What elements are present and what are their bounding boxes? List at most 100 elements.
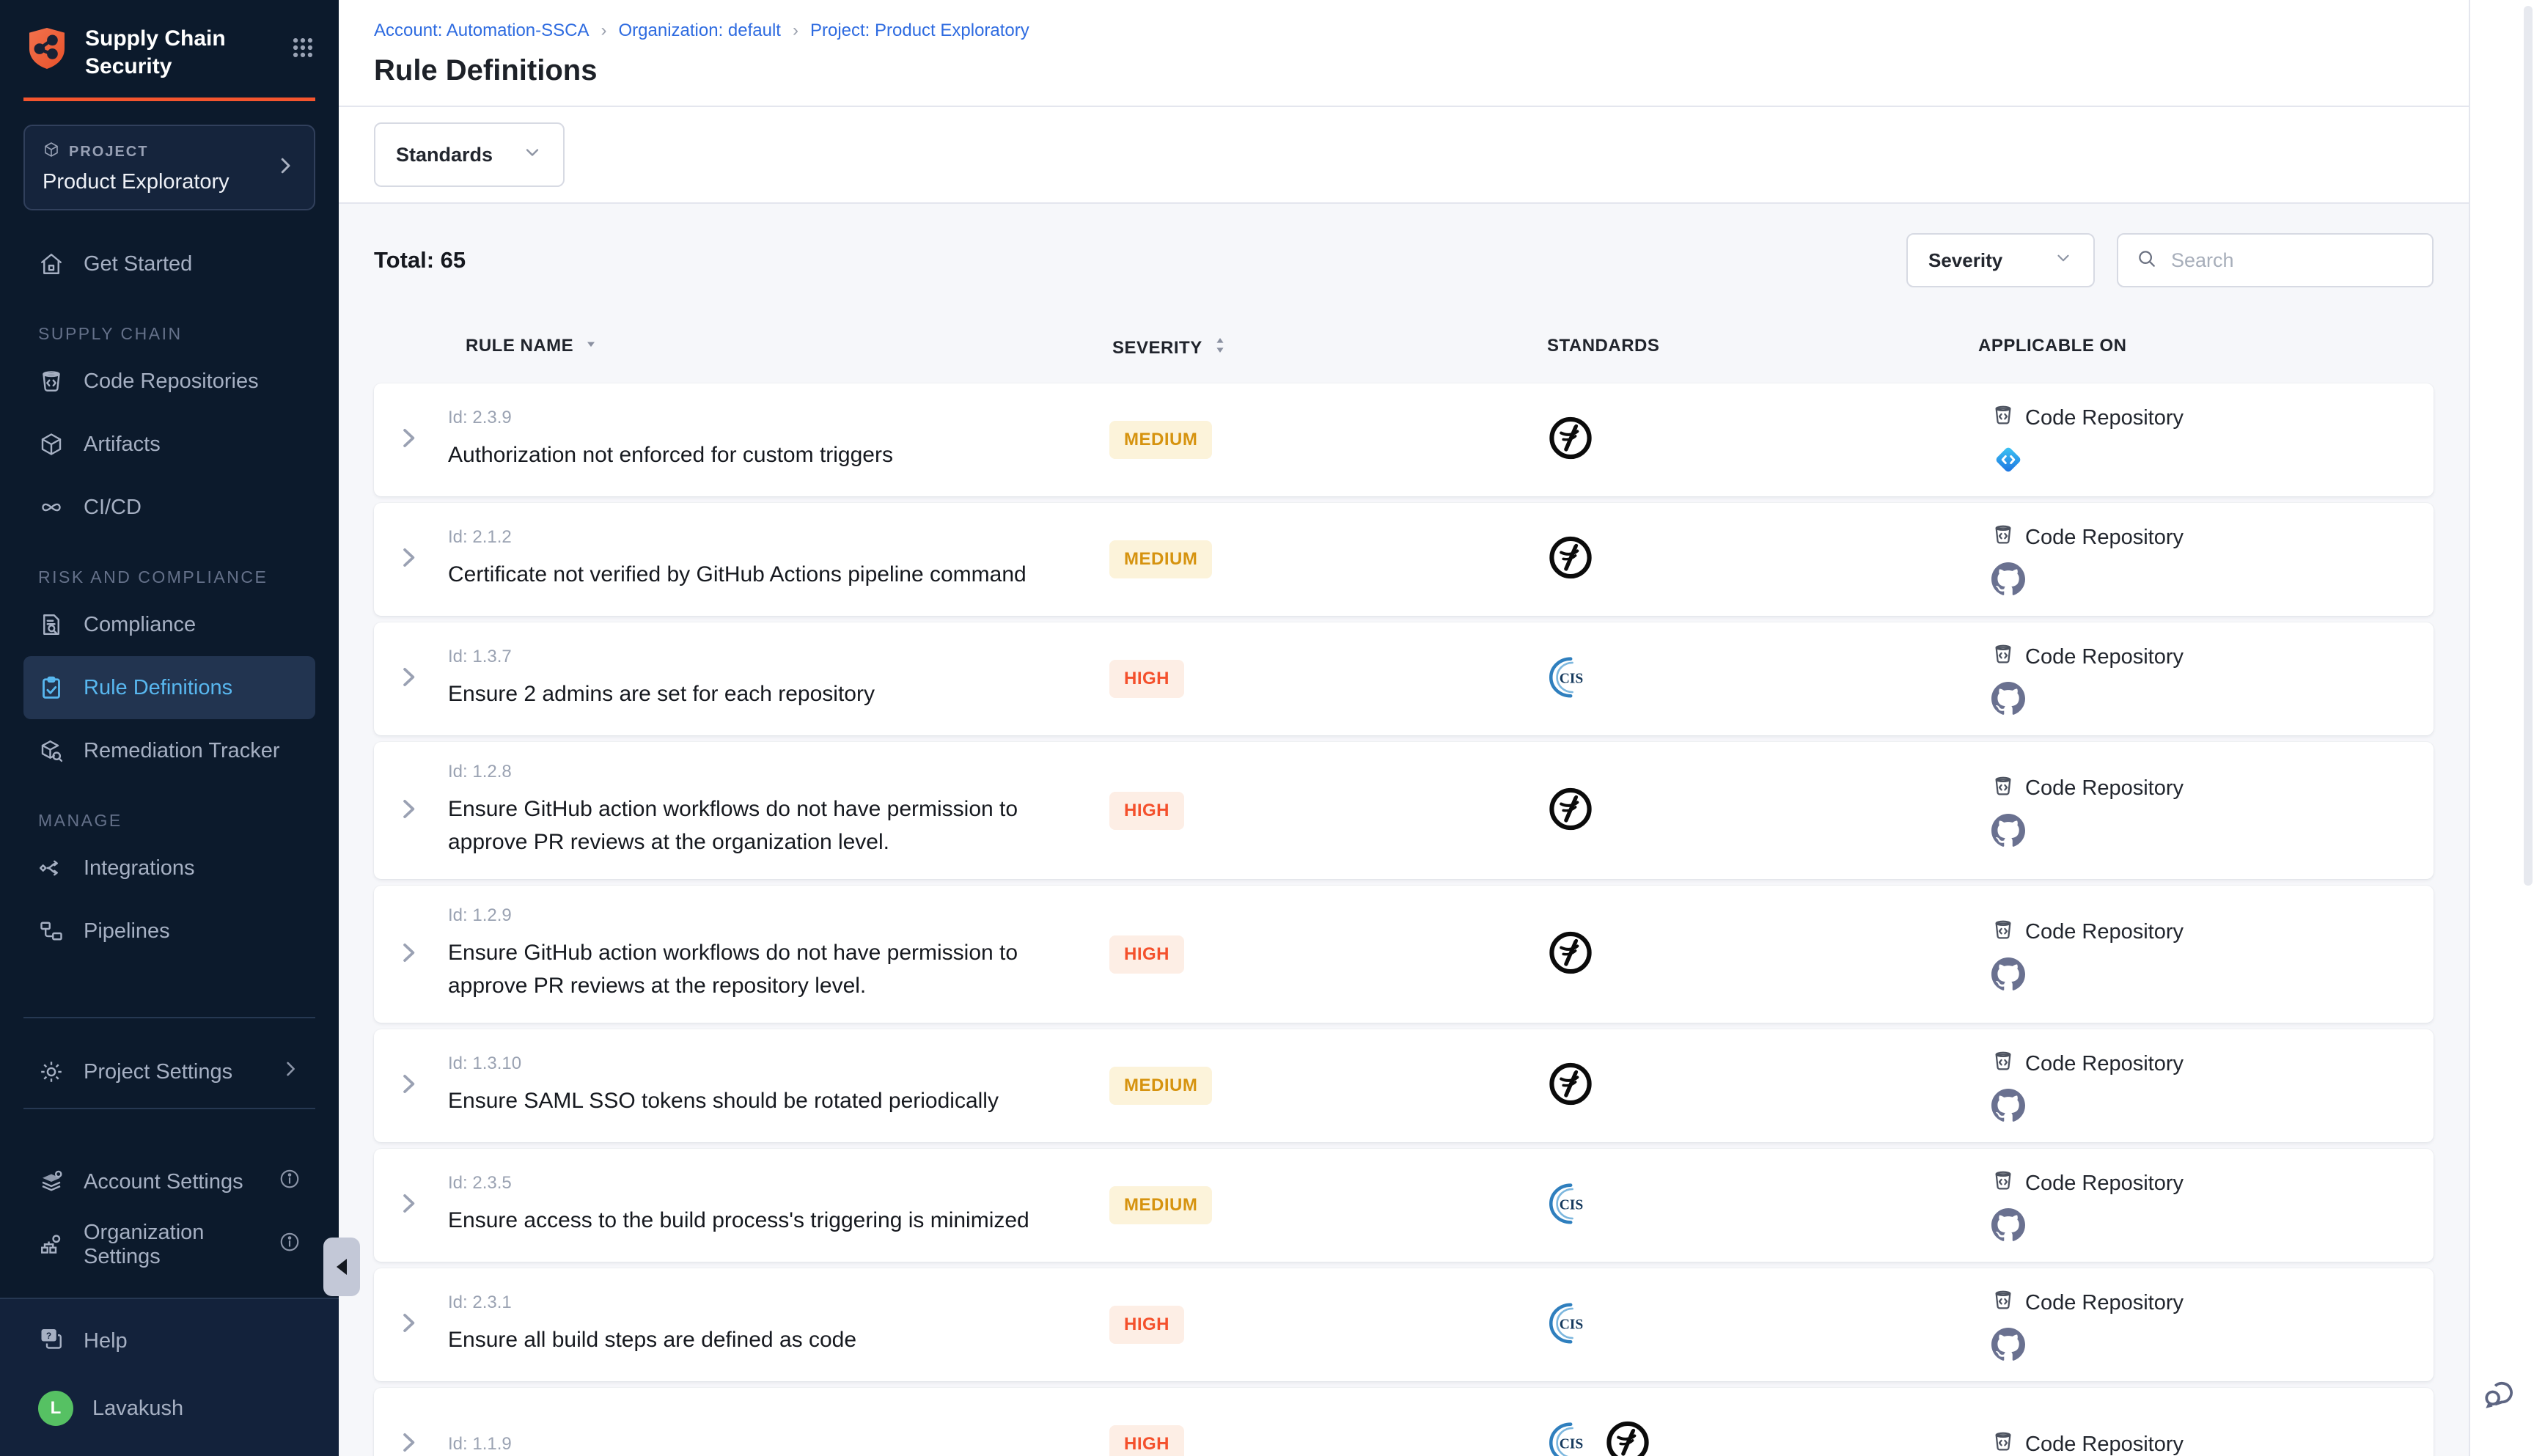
column-severity[interactable]: SEVERITY <box>1112 336 1227 360</box>
expand-row-chevron-icon[interactable] <box>396 940 421 968</box>
severity-filter-dropdown[interactable]: Severity <box>1906 233 2095 287</box>
expand-row-chevron-icon[interactable] <box>396 1430 421 1456</box>
sidebar-item-organization-settings[interactable]: Organization Settings <box>23 1213 315 1276</box>
chevron-right-icon <box>396 796 421 821</box>
info-icon[interactable] <box>279 1231 301 1259</box>
owasp-standard <box>1547 415 1594 466</box>
code-repository-bucket-icon <box>1991 642 2015 672</box>
rules-list: Id: 2.3.9Authorization not enforced for … <box>374 383 2434 1456</box>
sidebar-item-artifacts[interactable]: Artifacts <box>23 413 315 476</box>
github-icon <box>1991 814 2025 848</box>
sidebar-item-code-repositories[interactable]: Code Repositories <box>23 350 315 413</box>
sidebar-header: Supply Chain Security <box>0 0 339 210</box>
sidebar-item-account-settings[interactable]: Account Settings <box>23 1150 315 1213</box>
rule-row[interactable]: Id: 2.3.5Ensure access to the build proc… <box>374 1149 2434 1262</box>
severity-badge: HIGH <box>1109 935 1184 974</box>
sidebar-item-project-settings[interactable]: Project Settings <box>23 1040 315 1103</box>
code-repository-icon <box>1991 1288 2015 1312</box>
rule-row[interactable]: Id: 1.2.9Ensure GitHub action workflows … <box>374 886 2434 1023</box>
code-repository-bucket-icon <box>1991 774 2015 804</box>
sidebar-item-ci-cd[interactable]: CI/CD <box>23 476 315 539</box>
rule-row[interactable]: Id: 2.3.9Authorization not enforced for … <box>374 383 2434 496</box>
info-icon[interactable] <box>279 1168 301 1196</box>
chat-feedback-icon[interactable] <box>2479 1373 2520 1418</box>
sidebar-item-remediation-tracker[interactable]: Remediation Tracker <box>23 719 315 782</box>
column-standards: STANDARDS <box>1547 336 1659 356</box>
column-rule-name[interactable]: RULE NAME <box>466 336 598 356</box>
sidebar-item-rule-definitions[interactable]: Rule Definitions <box>23 656 315 719</box>
severity-badge: HIGH <box>1109 1425 1184 1456</box>
sidebar-collapse-handle[interactable] <box>323 1238 360 1296</box>
breadcrumb-link[interactable]: Account: Automation-SSCA <box>374 21 589 41</box>
chevron-right-icon <box>396 665 421 690</box>
expand-row-chevron-icon[interactable] <box>396 1191 421 1220</box>
rule-id: Id: 2.3.1 <box>448 1293 856 1313</box>
expand-row-chevron-icon[interactable] <box>396 545 421 574</box>
chevron-right-icon <box>280 1059 301 1085</box>
rule-row[interactable]: Id: 1.1.9HIGHCISCode Repository <box>374 1388 2434 1456</box>
collapse-arrow-icon <box>337 1259 347 1275</box>
app-title: Supply Chain Security <box>85 25 226 80</box>
applicable-on-label: Code Repository <box>2025 920 2184 944</box>
rule-row[interactable]: Id: 1.2.8Ensure GitHub action workflows … <box>374 742 2434 879</box>
owasp-standard <box>1547 929 1594 979</box>
compliance-doc-icon <box>38 611 65 638</box>
sidebar-item-get-started[interactable]: Get Started <box>23 232 315 295</box>
rule-id: Id: 1.1.9 <box>448 1434 512 1455</box>
search-input[interactable] <box>2171 249 2414 272</box>
rules-panel: Total: 65 Severity <box>339 204 2469 1456</box>
chevron-right-icon <box>274 155 296 180</box>
user-menu[interactable]: L Lavakush <box>23 1383 315 1434</box>
sidebar-item-compliance[interactable]: Compliance <box>23 593 315 656</box>
chevron-down-icon <box>493 142 543 168</box>
github-icon <box>1991 562 2025 596</box>
chevron-right-icon <box>396 940 421 965</box>
breadcrumb: Account: Automation-SSCA›Organization: d… <box>374 21 2434 41</box>
standards-filter-dropdown[interactable]: Standards <box>374 122 565 187</box>
expand-row-chevron-icon[interactable] <box>396 665 421 694</box>
cis-standard-icon: CIS <box>1547 1416 1593 1456</box>
project-selector[interactable]: PROJECT Product Exploratory <box>23 125 315 210</box>
cis-standard-icon: CIS <box>1547 651 1593 704</box>
breadcrumb-link[interactable]: Organization: default <box>618 21 780 41</box>
sidebar-section-label: SUPPLY CHAIN <box>23 317 315 350</box>
cis-standard-icon: CIS <box>1547 1177 1593 1230</box>
provider-github <box>1991 814 2184 848</box>
expand-row-chevron-icon[interactable] <box>396 426 421 455</box>
expand-row-chevron-icon[interactable] <box>396 796 421 825</box>
owasp-standard <box>1547 534 1594 585</box>
owasp-standard-icon <box>1604 1419 1651 1456</box>
rule-row[interactable]: Id: 1.3.10Ensure SAML SSO tokens should … <box>374 1029 2434 1142</box>
pipelines-icon <box>38 918 65 944</box>
sidebar-settings: Project Settings Account Settings <box>0 985 339 1276</box>
applicable-on-label: Code Repository <box>2025 1291 2184 1315</box>
breadcrumb-link[interactable]: Project: Product Exploratory <box>810 21 1029 41</box>
rule-row[interactable]: Id: 2.3.1Ensure all build steps are defi… <box>374 1268 2434 1381</box>
expand-row-chevron-icon[interactable] <box>396 1311 421 1339</box>
rule-row[interactable]: Id: 1.3.7 Ensure 2 admins are set for eac… <box>374 622 2434 735</box>
rule-name: Ensure access to the build process's tri… <box>448 1204 1029 1238</box>
code-repository-icon <box>1991 1049 2015 1073</box>
scrollbar-thumb[interactable] <box>2524 6 2533 886</box>
provider-github <box>1991 1208 2184 1242</box>
user-name: Lavakush <box>92 1397 183 1421</box>
code-repository-icon <box>1991 774 2015 798</box>
standards-icons: CIS <box>1547 1297 1593 1353</box>
help-button[interactable]: ? Help <box>23 1315 315 1367</box>
rule-id: Id: 1.3.7 <box>448 647 875 667</box>
rule-row[interactable]: Id: 2.1.2Certificate not verified by Git… <box>374 503 2434 616</box>
sidebar-item-integrations[interactable]: Integrations <box>23 837 315 900</box>
chevron-right-icon <box>396 1311 421 1336</box>
sidebar-item-pipelines[interactable]: Pipelines <box>23 900 315 963</box>
github-icon <box>1991 1328 2025 1361</box>
provider-harness-code <box>1991 443 2184 477</box>
rule-name: Ensure 2 admins are set for each reposit… <box>448 677 875 711</box>
project-label: PROJECT <box>69 144 148 161</box>
sidebar: Supply Chain Security <box>0 0 339 1456</box>
sort-both-icon <box>1213 336 1227 360</box>
module-grid-icon[interactable] <box>290 35 315 64</box>
page-title: Rule Definitions <box>374 54 2434 87</box>
github-icon <box>1991 1208 2025 1242</box>
expand-row-chevron-icon[interactable] <box>396 1072 421 1100</box>
severity-badge: MEDIUM <box>1109 1186 1212 1224</box>
